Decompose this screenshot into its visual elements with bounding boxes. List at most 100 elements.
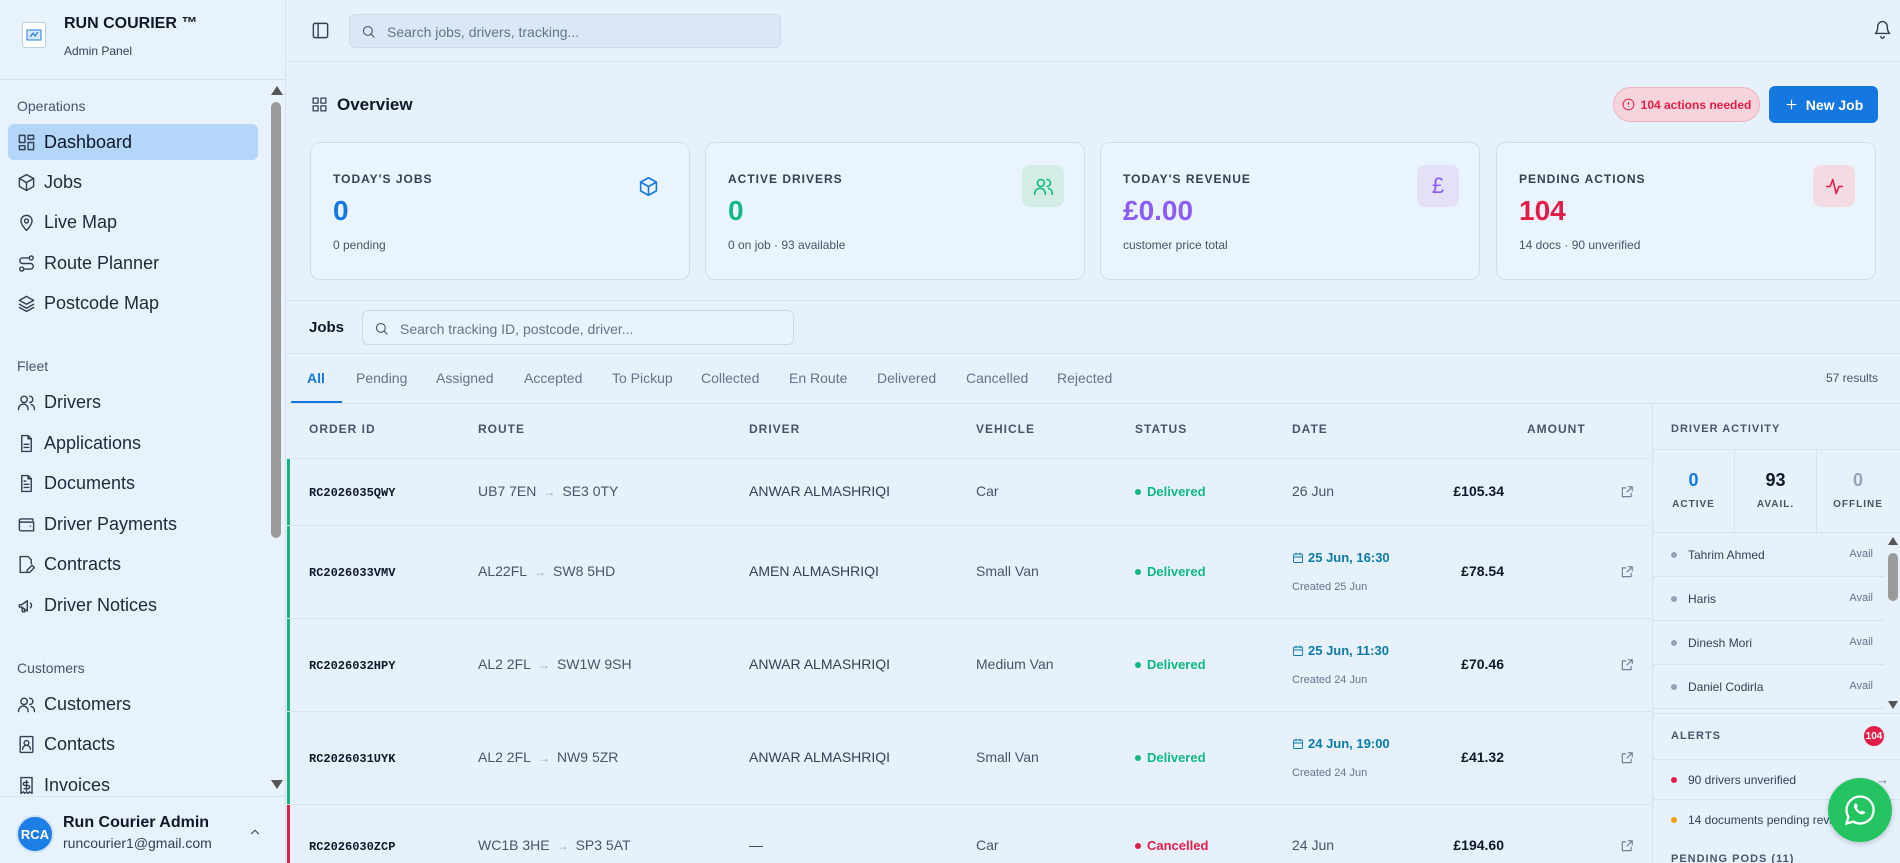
pending-pods-title: PENDING PODS (11) [1671,853,1795,863]
route-to: SW8 5HD [553,563,616,579]
scheduled-date: 24 Jun, 19:00 [1292,736,1390,751]
package-icon [18,173,35,191]
job-status-tabs: All Pending Assigned Accepted To Pickup … [287,354,1900,404]
route-from: WC1B 3HE [478,837,550,853]
status-badge: Delivered [1135,484,1206,499]
external-link-icon[interactable] [1620,839,1634,853]
scroll-up-arrow-icon[interactable] [271,86,283,95]
scroll-down-arrow-icon[interactable] [271,780,283,789]
global-search-input[interactable]: Search jobs, drivers, tracking... [349,14,781,48]
tab-all[interactable]: All [307,370,325,386]
stat-label: AVAIL. [1756,499,1795,510]
col-date: DATE [1292,422,1328,436]
amount: £194.60 [1453,837,1504,853]
brand-header: RUN COURIER ™ Admin Panel [0,0,286,80]
driver-list-scrollbar[interactable] [1885,533,1900,713]
layers-icon [18,295,35,312]
sidebar-item-route-planner[interactable]: Route Planner [8,245,258,281]
tab-cancelled[interactable]: Cancelled [966,370,1028,386]
table-row[interactable]: RC2026031UYK AL2 2FL → NW9 5ZR ANWAR ALMAS… [287,712,1651,805]
jobs-search-placeholder: Search tracking ID, postcode, driver... [400,321,634,337]
status-dot [1135,754,1141,761]
arrow-right-icon: → [537,658,550,672]
table-row[interactable]: RC2026035QWY UB7 7EN → SE3 0TY ANWAR ALMAS… [287,459,1651,526]
jobs-search-input[interactable]: Search tracking ID, postcode, driver... [362,310,794,345]
driver-activity-item[interactable]: Daniel Codirla Avail [1653,665,1885,709]
sidebar-item-customers[interactable]: Customers [8,686,258,722]
sidebar-item-invoices[interactable]: Invoices [8,767,258,796]
tab-rejected[interactable]: Rejected [1057,370,1112,386]
card-label: TODAY'S JOBS [333,172,433,186]
tab-to-pickup[interactable]: To Pickup [612,370,673,386]
user-menu[interactable]: RCA Run Courier Admin runcourier1@gmail.… [0,796,286,863]
sidebar-item-contracts[interactable]: Contracts [8,546,258,582]
col-order-id: ORDER ID [309,422,376,436]
section-operations: Operations [17,98,86,114]
amount: £105.34 [1453,483,1504,499]
user-name: Run Courier Admin [63,814,210,831]
vehicle: Small Van [976,563,1039,579]
route-to: SP3 5AT [575,837,631,853]
sidebar-item-dashboard[interactable]: Dashboard [8,124,258,160]
route: AL22FL → SW8 5HD [478,563,615,579]
tab-pending[interactable]: Pending [356,370,407,386]
sidebar-item-jobs[interactable]: Jobs [8,164,258,200]
tab-delivered[interactable]: Delivered [877,370,936,386]
whatsapp-icon [1844,795,1875,826]
driver-activity-item[interactable]: Dinesh Mori Avail [1653,621,1885,665]
stat-label: ACTIVE [1672,499,1715,510]
scroll-up-arrow-icon[interactable] [1888,537,1898,545]
sidebar-item-label: Documents [44,472,136,493]
sidebar-item-live-map[interactable]: Live Map [8,204,258,240]
sidebar-item-contacts[interactable]: Contacts [8,726,258,762]
sidebar-item-documents[interactable]: Documents [8,465,258,501]
table-row[interactable]: RC2026030ZCP WC1B 3HE → SP3 5AT — Car Canc… [287,805,1651,863]
sidebar-item-drivers[interactable]: Drivers [8,384,258,420]
bell-icon[interactable] [1873,20,1892,39]
order-id: RC2026030ZCP [309,840,396,854]
tab-accepted[interactable]: Accepted [524,370,582,386]
sidebar-item-postcode-map[interactable]: Postcode Map [8,285,258,321]
sidebar-item-label: Postcode Map [44,292,160,313]
status-bar [287,619,290,711]
driver-name: — [749,837,763,853]
whatsapp-button[interactable] [1828,778,1892,842]
tab-en-route[interactable]: En Route [789,370,847,386]
driver-activity-item[interactable]: Haris Avail [1653,577,1885,621]
status-label: Delivered [1147,484,1206,499]
status-badge: Delivered [1135,657,1206,672]
actions-needed-badge[interactable]: 104 actions needed [1613,87,1760,122]
sidebar-item-driver-notices[interactable]: Driver Notices [8,587,258,623]
route-from: AL2 2FL [478,656,531,672]
sidebar-item-label: Invoices [44,774,111,795]
tab-collected[interactable]: Collected [701,370,759,386]
scroll-down-arrow-icon[interactable] [1888,701,1898,709]
tab-assigned[interactable]: Assigned [436,370,494,386]
external-link-icon[interactable] [1620,485,1634,499]
external-link-icon[interactable] [1620,565,1634,579]
table-row[interactable]: RC2026033VMV AL22FL → SW8 5HD AMEN ALMASHR… [287,526,1651,619]
active-tab-indicator [291,401,342,403]
sidebar-scrollbar[interactable] [268,80,284,796]
new-job-button[interactable]: New Job [1769,86,1878,123]
sidebar-item-applications[interactable]: Applications [8,425,258,461]
card-sub: customer price total [1123,238,1228,252]
amount: £78.54 [1461,563,1504,579]
plus-icon [1786,99,1797,110]
sidebar-item-driver-payments[interactable]: Driver Payments [8,506,258,542]
scrollbar-thumb[interactable] [1888,553,1898,601]
route-icon [19,254,34,272]
created-date: Created 24 Jun [1292,674,1368,686]
route: WC1B 3HE → SP3 5AT [478,837,631,853]
route: AL2 2FL → NW9 5ZR [478,749,618,765]
external-link-icon[interactable] [1620,658,1634,672]
driver-activity-item[interactable]: Tahrim Ahmed Avail [1653,533,1885,577]
col-status: STATUS [1135,422,1188,436]
external-link-icon[interactable] [1620,751,1634,765]
activity-icon [1813,165,1855,207]
scrollbar-thumb[interactable] [271,102,281,538]
table-row[interactable]: RC2026032HPY AL2 2FL → SW1W 9SH ANWAR ALMA… [287,619,1651,712]
chevron-up-icon[interactable] [248,825,262,839]
sidebar-nav: Operations Dashboard Jobs Live Map Route… [0,80,286,796]
sidebar-toggle-icon[interactable] [311,21,330,40]
